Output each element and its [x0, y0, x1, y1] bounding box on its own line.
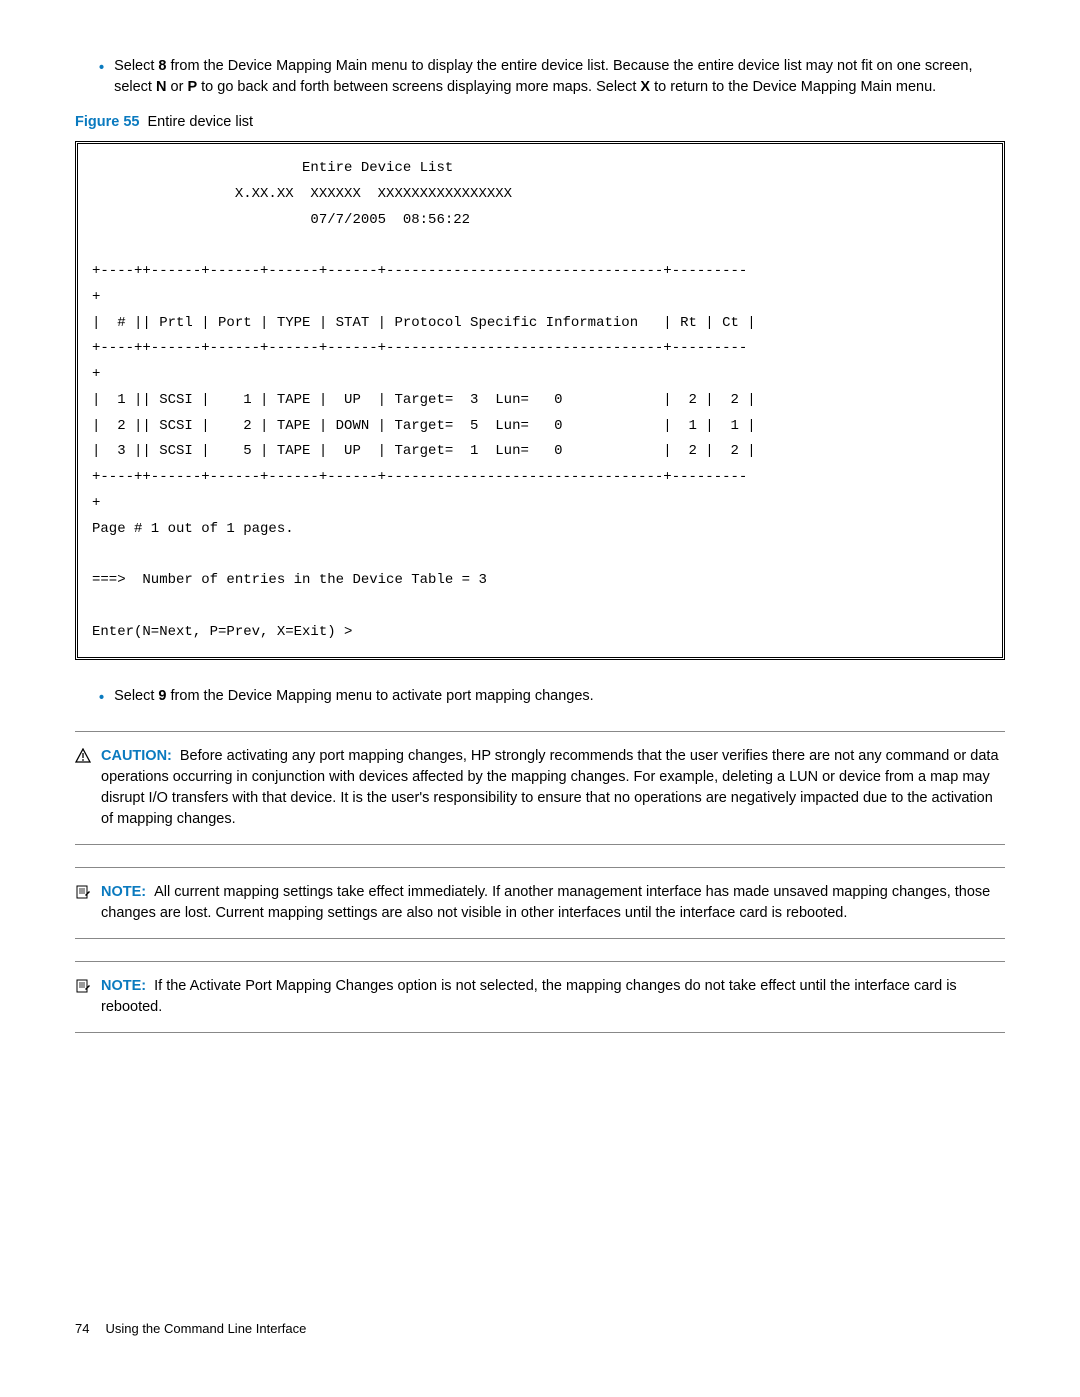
figure-number: Figure 55	[75, 114, 139, 130]
bullet-item: • Select 9 from the Device Mapping menu …	[99, 686, 1005, 709]
note-block: NOTE:If the Activate Port Mapping Change…	[75, 961, 1005, 1033]
page-number: 74	[75, 1321, 89, 1336]
caution-icon	[75, 748, 91, 764]
terminal-output: Entire Device List X.XX.XX XXXXXX XXXXXX…	[75, 141, 1005, 660]
note-text: All current mapping settings take effect…	[101, 884, 990, 921]
bullet-text: Select 9 from the Device Mapping menu to…	[114, 686, 1005, 707]
admonition-body: NOTE:If the Activate Port Mapping Change…	[101, 976, 1005, 1018]
note-icon	[75, 884, 91, 900]
note-label: NOTE:	[101, 978, 146, 994]
figure-caption: Figure 55 Entire device list	[75, 112, 1005, 133]
note-block: NOTE:All current mapping settings take e…	[75, 867, 1005, 939]
bullet-item: • Select 8 from the Device Mapping Main …	[99, 56, 1005, 98]
note-label: NOTE:	[101, 884, 146, 900]
page-section: Using the Command Line Interface	[105, 1321, 306, 1336]
bullet-dot-icon: •	[99, 688, 104, 709]
caution-label: CAUTION:	[101, 748, 172, 764]
admonition-body: NOTE:All current mapping settings take e…	[101, 882, 1005, 924]
note-icon	[75, 978, 91, 994]
note-text: If the Activate Port Mapping Changes opt…	[101, 978, 957, 1015]
bullet-text: Select 8 from the Device Mapping Main me…	[114, 56, 1005, 98]
caution-text: Before activating any port mapping chang…	[101, 748, 999, 827]
figure-caption-text: Entire device list	[148, 114, 254, 130]
bullet-dot-icon: •	[99, 58, 104, 79]
caution-block: CAUTION:Before activating any port mappi…	[75, 731, 1005, 845]
page-footer: 74 Using the Command Line Interface	[75, 1320, 306, 1339]
admonition-body: CAUTION:Before activating any port mappi…	[101, 746, 1005, 830]
